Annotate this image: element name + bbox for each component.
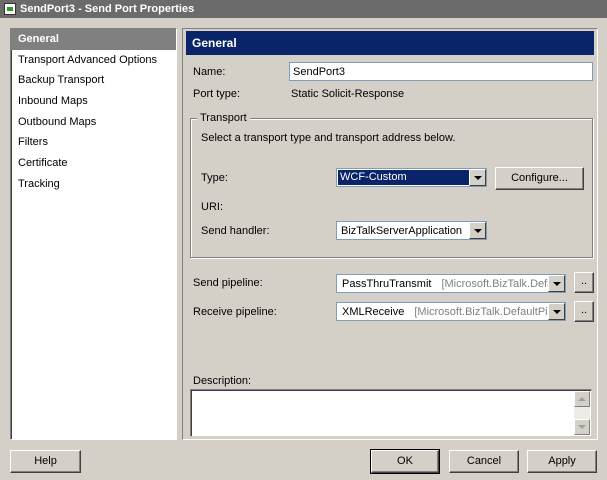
receive-pipeline-select[interactable]: XMLReceive [Microsoft.BizTalk.DefaultPip [336,302,566,321]
configure-button[interactable]: Configure... [495,167,584,190]
panel-header: General [186,31,594,55]
name-field[interactable] [289,62,593,81]
sidebar-item-certificate[interactable]: Certificate [11,153,176,174]
ok-button[interactable]: OK [370,449,440,474]
transport-type-value: WCF-Custom [338,170,469,185]
description-scrollbar[interactable] [574,391,590,435]
port-type-label: Port type: [193,88,241,100]
transport-instruction: Select a transport type and transport ad… [201,132,456,144]
sidebar-item-backup-transport[interactable]: Backup Transport [11,70,176,91]
send-pipeline-label: Send pipeline: [193,277,263,289]
cancel-button[interactable]: Cancel [449,450,519,473]
sidebar-item-tracking[interactable]: Tracking [11,174,176,195]
transport-type-select[interactable]: WCF-Custom [336,168,487,187]
chevron-down-icon[interactable] [469,222,486,239]
chevron-down-icon[interactable] [548,303,565,320]
chevron-down-icon[interactable] [469,169,486,186]
name-label: Name: [193,66,226,78]
send-pipeline-browse-button[interactable]: .. [574,272,594,293]
receive-pipeline-label: Receive pipeline: [193,306,277,318]
port-type-value: Static Solicit-Response [291,88,405,100]
description-field[interactable] [190,389,592,437]
description-label: Description: [193,375,252,387]
sidebar-item-filters[interactable]: Filters [11,132,176,153]
help-button[interactable]: Help [10,450,81,473]
transport-group-title: Transport [197,112,250,124]
scroll-up-icon[interactable] [574,391,590,407]
sidebar-item-inbound-maps[interactable]: Inbound Maps [11,91,176,112]
send-port-icon [4,3,16,15]
send-pipeline-select[interactable]: PassThruTransmit [Microsoft.BizTalk.Defa… [336,274,566,293]
scroll-down-icon[interactable] [574,419,590,435]
send-pipeline-value: PassThruTransmit [342,277,432,290]
window-title: SendPort3 - Send Port Properties [20,3,195,15]
send-handler-value: BizTalkServerApplication [341,224,463,237]
sidebar-item-general[interactable]: General [11,29,176,50]
sidebar-item-outbound-maps[interactable]: Outbound Maps [11,112,176,133]
chevron-down-icon[interactable] [548,275,565,292]
send-handler-select[interactable]: BizTalkServerApplication [336,221,487,240]
uri-label: URI: [201,201,223,213]
send-pipeline-assembly: [Microsoft.BizTalk.Defau [441,277,548,290]
title-bar: SendPort3 - Send Port Properties [0,0,607,18]
apply-button[interactable]: Apply [527,450,597,473]
sidebar-item-transport-advanced-options[interactable]: Transport Advanced Options [11,50,176,71]
receive-pipeline-value: XMLReceive [342,305,405,318]
sidebar-nav: General Transport Advanced Options Backu… [10,28,177,440]
type-label: Type: [201,172,228,184]
send-handler-label: Send handler: [201,225,270,237]
receive-pipeline-assembly: [Microsoft.BizTalk.DefaultPip [414,305,548,318]
receive-pipeline-browse-button[interactable]: .. [574,301,594,322]
